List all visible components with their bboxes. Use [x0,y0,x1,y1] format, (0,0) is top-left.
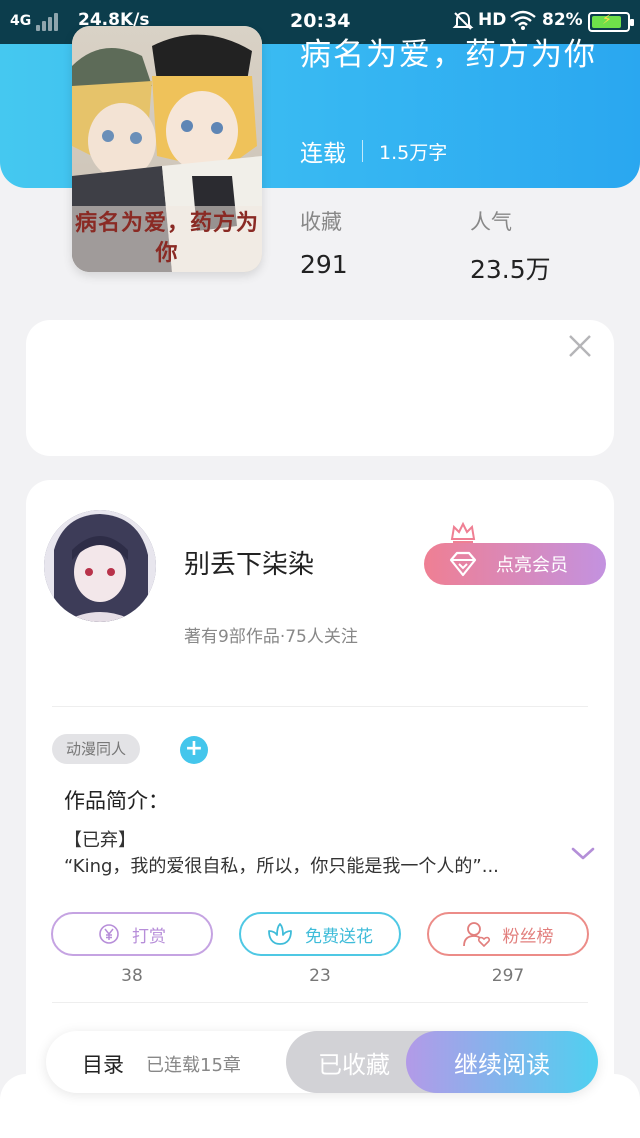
continue-reading-button[interactable]: 继续阅读 [406,1031,598,1093]
reward-count: 38 [121,966,143,986]
chevron-down-icon[interactable] [570,844,596,864]
fan-count: 297 [491,966,525,986]
bottom-action-bar: 目录 已连载15章 已收藏 继续阅读 [46,1031,598,1093]
serial-status: 连载 [300,141,346,167]
book-cover[interactable]: 病名为爱，药方为你 [72,26,262,272]
clock: 20:34 [290,10,351,32]
divider [52,706,588,707]
flower-count: 23 [309,966,331,986]
network-type: 4G [10,13,32,29]
cover-title: 病名为爱，药方为你 [74,210,259,266]
divider [52,1002,588,1003]
author-avatar[interactable] [44,510,156,622]
author-name[interactable]: 别丢下柒染 [184,544,314,581]
vip-button[interactable]: 点亮会员 [424,521,606,585]
flower-icon [268,923,292,945]
author-stats: 著有9部作品·75人关注 [184,627,358,647]
user-heart-icon [462,922,490,947]
chapter-count[interactable]: 已连载15章 [146,1051,241,1077]
diamond-icon [449,551,477,577]
ad-card [26,320,614,456]
tag-chip[interactable]: 动漫同人 [52,734,141,764]
fan-ranking-button-label: 粉丝榜 [502,926,554,947]
reward-button[interactable]: 打赏 [51,912,213,956]
send-flower-button-label: 免费送花 [305,926,373,947]
battery-percent: 82% [542,10,583,30]
toc-button[interactable]: 目录 [82,1049,124,1079]
close-icon[interactable] [566,332,594,360]
favorites-stat: 收藏 291 [300,206,348,279]
wifi-icon [510,10,536,30]
favorites-value: 291 [300,250,348,279]
meta-divider [362,140,363,162]
popularity-stat: 人气 23.5万 [470,206,551,286]
crown-icon [450,521,476,543]
send-flower-button[interactable]: 免费送花 [239,912,401,956]
battery-icon: ⚡ [588,12,634,32]
yen-coin-icon [99,924,119,944]
book-title: 病名为爱，药方为你 [300,37,597,73]
add-tag-button[interactable]: + [180,736,208,764]
fan-ranking-button[interactable]: 粉丝榜 [427,912,589,956]
word-count: 1.5万字 [379,141,448,164]
favorites-label: 收藏 [300,210,342,234]
intro-line-1: 【已弃】 [64,830,136,851]
hd-indicator: HD [478,10,507,30]
signal-icon [36,13,64,31]
intro-heading: 作品简介： [64,789,169,813]
popularity-label: 人气 [470,210,512,234]
alarm-off-icon [452,11,474,30]
book-meta: 连载 1.5万字 [300,134,447,168]
popularity-value: 23.5万 [470,255,551,284]
vip-button-label: 点亮会员 [496,555,568,576]
reward-button-label: 打赏 [132,926,166,947]
intro-line-2: “King，我的爱很自私，所以，你只能是我一个人的”... [64,856,499,877]
